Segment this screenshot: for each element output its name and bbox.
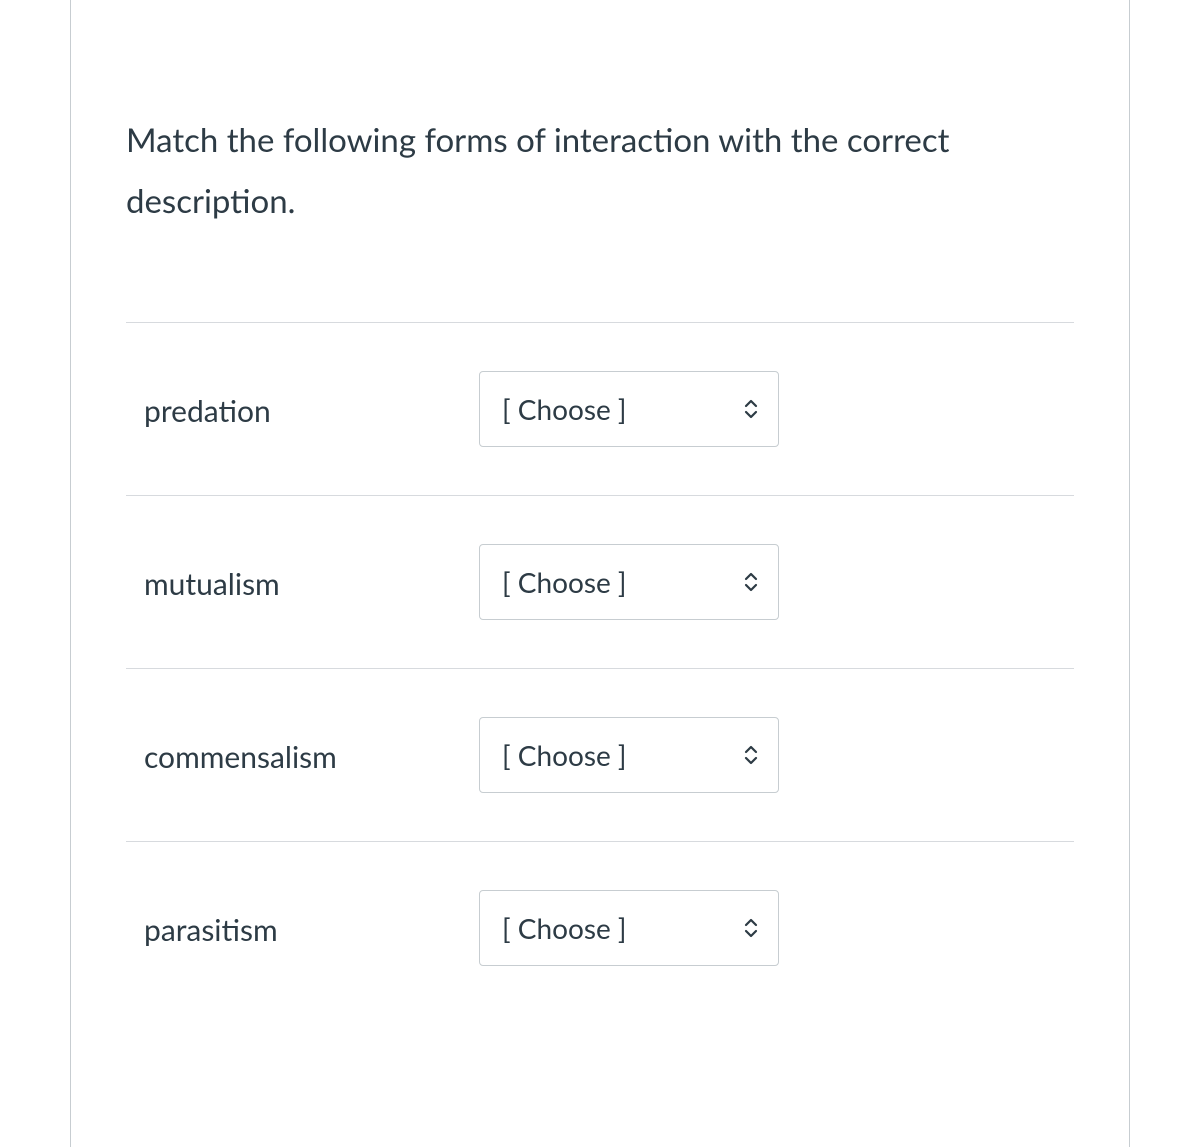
match-table: predation [ Choose ] mutualism [ Choo [126,322,1074,1014]
match-row-commensalism: commensalism [ Choose ] [126,668,1074,841]
select-mutualism[interactable]: [ Choose ] [479,544,779,620]
select-commensalism[interactable]: [ Choose ] [479,717,779,793]
select-wrap: [ Choose ] [479,890,779,966]
select-wrap: [ Choose ] [479,717,779,793]
match-row-predation: predation [ Choose ] [126,322,1074,495]
select-value: [ Choose ] [502,738,712,772]
chevron-up-down-icon [742,743,760,767]
select-value: [ Choose ] [502,911,712,945]
question-body: Match the following forms of interaction… [71,0,1129,1054]
match-row-parasitism: parasitism [ Choose ] [126,841,1074,1014]
select-wrap: [ Choose ] [479,544,779,620]
question-prompt: Match the following forms of interaction… [126,110,1074,232]
match-label: predation [144,388,479,431]
select-value: [ Choose ] [502,565,712,599]
chevron-up-down-icon [742,570,760,594]
select-predation[interactable]: [ Choose ] [479,371,779,447]
select-value: [ Choose ] [502,392,712,426]
select-parasitism[interactable]: [ Choose ] [479,890,779,966]
match-label: commensalism [144,734,479,777]
match-row-mutualism: mutualism [ Choose ] [126,495,1074,668]
chevron-up-down-icon [742,916,760,940]
question-card: Match the following forms of interaction… [70,0,1130,1147]
match-label: mutualism [144,561,479,604]
chevron-up-down-icon [742,397,760,421]
match-label: parasitism [144,907,479,950]
select-wrap: [ Choose ] [479,371,779,447]
